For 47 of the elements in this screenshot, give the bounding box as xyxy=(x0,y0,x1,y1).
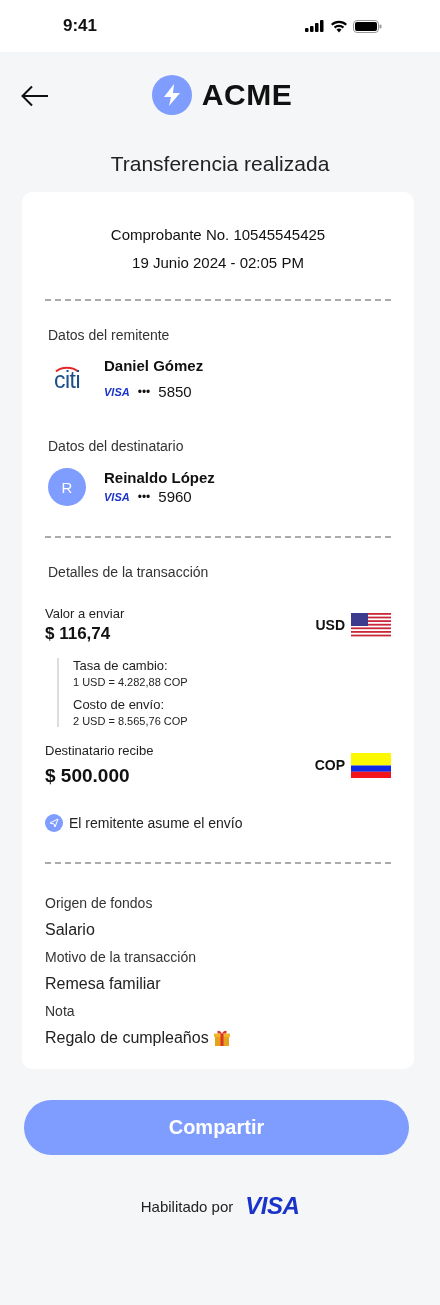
back-arrow-icon[interactable] xyxy=(21,85,49,107)
bank-logo: citi xyxy=(52,365,82,392)
field-value: Regalo de cumpleaños xyxy=(45,1029,209,1047)
card-number: 5960 xyxy=(158,488,192,505)
field-label: Origen de fondos xyxy=(45,895,154,911)
status-time: 9:41 xyxy=(63,16,98,36)
share-button[interactable]: Compartir xyxy=(24,1100,409,1155)
flag-icon xyxy=(351,752,391,778)
currency-code: USD xyxy=(315,617,345,633)
voucher-number: Comprobante No. 10545545425 xyxy=(109,226,327,243)
section-heading: Detalles de la transacción xyxy=(48,564,210,580)
brand-name: ACME xyxy=(201,78,293,112)
avatar: R xyxy=(48,468,86,506)
footer-label: Habilitado por xyxy=(140,1197,234,1215)
card-mask: ••• xyxy=(137,489,151,504)
wifi-icon xyxy=(330,19,348,33)
section-heading: Datos del remitente xyxy=(48,327,171,343)
field-value: Salario xyxy=(45,921,95,939)
section-heading: Datos del destinatario xyxy=(48,438,185,454)
send-amount: $ 116,74 xyxy=(45,624,112,644)
field-label: Nota xyxy=(45,1003,76,1019)
field-label: Motivo de la transacción xyxy=(45,949,197,965)
signal-icon xyxy=(305,20,325,32)
field-value: Remesa familiar xyxy=(45,975,161,993)
send-icon xyxy=(45,814,63,832)
breakdown-value: 1 USD = 4.282,88 COP xyxy=(73,676,189,688)
amount-label: Destinatario recibe xyxy=(45,743,154,758)
currency-code: COP xyxy=(314,757,345,773)
card-brand: VISA xyxy=(104,490,130,503)
visa-logo: VISA xyxy=(245,1192,300,1220)
person-name: Daniel Gómez xyxy=(104,357,204,374)
card-mask: ••• xyxy=(137,384,151,399)
breakdown-label: Tasa de cambio: xyxy=(73,658,169,673)
gift-icon xyxy=(212,1029,231,1047)
card-number: 5850 xyxy=(158,383,192,400)
person-name: Reinaldo López xyxy=(104,469,215,486)
receive-amount: $ 500.000 xyxy=(45,765,131,787)
card-brand: VISA xyxy=(104,385,130,398)
amount-label: Valor a enviar xyxy=(45,606,125,621)
flag-icon xyxy=(351,612,391,638)
transfer-date: 19 Junio 2024 - 02:05 PM xyxy=(131,254,305,271)
page-title: Transferencia realizada xyxy=(109,152,331,176)
fee-note: El remitente asume el envío xyxy=(69,815,243,831)
breakdown-value: 2 USD = 8.565,76 COP xyxy=(73,715,189,727)
battery-icon xyxy=(353,19,382,33)
lightning-logo-icon xyxy=(151,75,192,115)
breakdown-label: Costo de envío: xyxy=(73,697,166,712)
